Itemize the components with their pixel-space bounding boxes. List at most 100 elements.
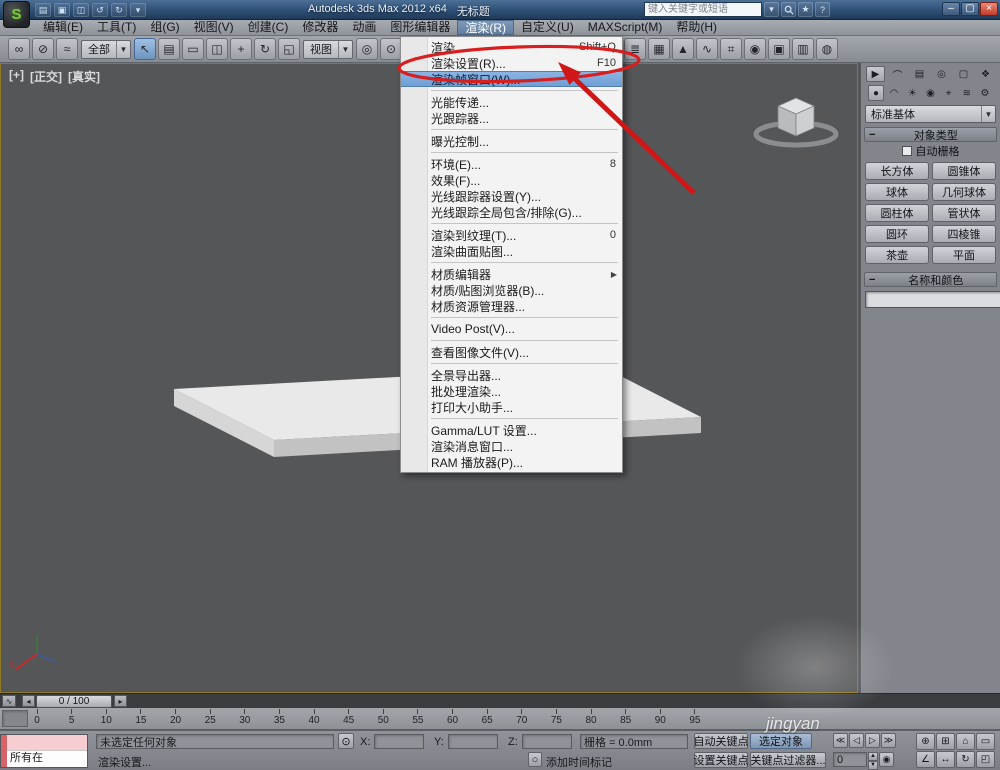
next-key-icon[interactable]: ▸ xyxy=(114,695,127,707)
previous-key-icon[interactable]: ◂ xyxy=(22,695,35,707)
render-setup-icon[interactable]: ▣ xyxy=(768,38,790,60)
zoom-extents-icon[interactable]: ⌂ xyxy=(956,733,975,750)
category-space-warps[interactable]: ≋ xyxy=(959,85,975,101)
frame-spinner[interactable]: ▲▼ xyxy=(868,752,878,767)
menu-item-rendered-frame-window[interactable]: 渲染帧窗口(W)... ▶ xyxy=(401,71,622,87)
menu-item-material-editor[interactable]: 材质编辑器 ▶ xyxy=(401,266,622,282)
object-button-pyramid[interactable]: 四棱锥 xyxy=(932,225,996,243)
tab-create[interactable]: ▶ xyxy=(866,66,885,82)
object-button-geosphere[interactable]: 几何球体 xyxy=(932,183,996,201)
graphite-modeling-icon[interactable]: ▲ xyxy=(672,38,694,60)
select-and-move-icon[interactable]: + xyxy=(230,38,252,60)
menu-item-environment[interactable]: 环境(E)... 8 ▶ xyxy=(401,156,622,172)
zoom-all-icon[interactable]: ⊞ xyxy=(936,733,955,750)
add-time-tag[interactable]: 添加时间标记 xyxy=(546,754,612,770)
unlink-selection-icon[interactable]: ⊘ xyxy=(32,38,54,60)
time-slider[interactable]: 0 / 100 xyxy=(36,695,112,708)
object-button-cone[interactable]: 圆锥体 xyxy=(932,162,996,180)
zoom-region-icon[interactable]: ▭ xyxy=(976,733,995,750)
tab-display[interactable]: ▢ xyxy=(954,66,973,82)
orbit-icon[interactable]: ↻ xyxy=(956,751,975,768)
object-button-teapot[interactable]: 茶壶 xyxy=(865,246,929,264)
menu-item-render-to-texture[interactable]: 渲染到纹理(T)... 0 ▶ xyxy=(401,227,622,243)
mini-curve-editor-icon[interactable]: ∿ xyxy=(2,695,16,707)
set-key-button[interactable]: 设置关键点 xyxy=(694,752,748,768)
maximize-button[interactable]: ▢ xyxy=(961,2,979,16)
menu-item-raytracer-settings[interactable]: 光线跟踪器设置(Y)... ▶ xyxy=(401,188,622,204)
menu-item-ram-player[interactable]: RAM 播放器(P)... ▶ xyxy=(401,454,622,470)
menu-item-batch-render[interactable]: 批处理渲染... ▶ xyxy=(401,383,622,399)
project-folder-icon[interactable]: ▾ xyxy=(130,3,146,17)
minimize-button[interactable]: – xyxy=(942,2,960,16)
menu-item-material-map-browser[interactable]: 材质/贴图浏览器(B)... ▶ xyxy=(401,282,622,298)
window-crossing-icon[interactable]: ◫ xyxy=(206,38,228,60)
render-production-icon[interactable]: ◍ xyxy=(816,38,838,60)
use-pivot-point-center-icon[interactable]: ◎ xyxy=(356,38,378,60)
selection-lock-icon[interactable]: ⊙ xyxy=(338,733,354,749)
menu-maxscript[interactable]: MAXScript(M) xyxy=(581,20,670,35)
menu-edit[interactable]: 编辑(E) xyxy=(36,20,90,35)
autogrid-checkbox[interactable] xyxy=(902,146,912,156)
bind-to-space-warp-icon[interactable]: ≈ xyxy=(56,38,78,60)
layer-manager-icon[interactable]: ▦ xyxy=(648,38,670,60)
close-button[interactable]: × xyxy=(980,2,998,16)
selected-objects-dropdown[interactable]: 选定对象 xyxy=(750,733,812,749)
material-editor-icon[interactable]: ◉ xyxy=(744,38,766,60)
viewcube[interactable] xyxy=(751,84,841,156)
object-name-input[interactable] xyxy=(865,291,1000,308)
timeline-ruler[interactable]: 05101520253035404550556065707580859095 xyxy=(0,708,1000,730)
tab-utilities[interactable]: ❖ xyxy=(976,66,995,82)
current-frame-field[interactable]: 0 xyxy=(833,752,867,767)
menu-item-render[interactable]: 渲染 Shift+Q ▶ xyxy=(401,39,622,55)
3ds-max-logo[interactable]: S xyxy=(3,1,30,28)
spinner-down-icon[interactable]: ▼ xyxy=(868,761,878,770)
select-object-icon[interactable]: ↖ xyxy=(134,38,156,60)
menu-item-view-image-file[interactable]: 查看图像文件(V)... ▶ xyxy=(401,344,622,360)
undo-icon[interactable]: ↺ xyxy=(92,3,108,17)
menu-tools[interactable]: 工具(T) xyxy=(90,20,143,35)
y-coord-field[interactable] xyxy=(448,734,498,749)
menu-item-render-surface-map[interactable]: 渲染曲面贴图... ▶ xyxy=(401,243,622,259)
menu-item-effects[interactable]: 效果(F)... ▶ xyxy=(401,172,622,188)
spinner-up-icon[interactable]: ▲ xyxy=(868,752,878,761)
new-scene-icon[interactable]: ▤ xyxy=(35,3,51,17)
object-button-cylinder[interactable]: 圆柱体 xyxy=(865,204,929,222)
zoom-icon[interactable]: ⊕ xyxy=(916,733,935,750)
menu-item-raytrace-global-include-exclude[interactable]: 光线跟踪全局包含/排除(G)... ▶ xyxy=(401,204,622,220)
previous-frame-icon[interactable]: ◁ xyxy=(849,733,864,748)
listener-line[interactable]: 所有在 xyxy=(7,751,87,767)
menu-item-light-tracer[interactable]: 光跟踪器... ▶ xyxy=(401,110,622,126)
viewport-pov-menu[interactable]: [正交] xyxy=(30,68,62,85)
menu-item-radiosity[interactable]: 光能传递... ▶ xyxy=(401,94,622,110)
menu-modifiers[interactable]: 修改器 xyxy=(295,20,345,35)
open-file-icon[interactable]: ▣ xyxy=(54,3,70,17)
menu-item-video-post[interactable]: Video Post(V)... ▶ xyxy=(401,321,622,337)
menu-item-render-setup[interactable]: 渲染设置(R)... F10 ▶ xyxy=(401,55,622,71)
object-button-plane[interactable]: 平面 xyxy=(932,246,996,264)
time-tag-icon[interactable]: ○ xyxy=(528,752,542,767)
infocenter-search-input[interactable] xyxy=(644,2,762,17)
menu-create[interactable]: 创建(C) xyxy=(241,20,296,35)
key-filters-button[interactable]: 关键点过滤器... xyxy=(750,752,826,768)
search-icon[interactable] xyxy=(781,2,796,17)
field-of-view-icon[interactable]: ∠ xyxy=(916,751,935,768)
maximize-viewport-toggle-icon[interactable]: ◰ xyxy=(976,751,995,768)
select-and-link-icon[interactable]: ∞ xyxy=(8,38,30,60)
rendered-frame-window-icon[interactable]: ▥ xyxy=(792,38,814,60)
menu-item-print-size-assistant[interactable]: 打印大小助手... ▶ xyxy=(401,399,622,415)
x-coord-field[interactable] xyxy=(374,734,424,749)
align-icon[interactable]: ≣ xyxy=(624,38,646,60)
menu-rendering[interactable]: 渲染(R) xyxy=(457,20,514,35)
maxscript-mini-listener[interactable]: 所有在 xyxy=(0,734,88,768)
object-button-sphere[interactable]: 球体 xyxy=(865,183,929,201)
z-coord-field[interactable] xyxy=(522,734,572,749)
menu-views[interactable]: 视图(V) xyxy=(187,20,241,35)
menu-graph-editors[interactable]: 图形编辑器 xyxy=(383,20,457,35)
select-by-name-icon[interactable]: ▤ xyxy=(158,38,180,60)
menu-item-panorama-exporter[interactable]: 全景导出器... ▶ xyxy=(401,367,622,383)
object-class-dropdown[interactable]: 标准基体 ▼ xyxy=(865,105,996,123)
favorites-star-icon[interactable]: ★ xyxy=(798,2,813,17)
go-to-end-icon[interactable]: ≫ xyxy=(881,733,896,748)
pan-icon[interactable]: ↔ xyxy=(936,751,955,768)
save-file-icon[interactable]: ◫ xyxy=(73,3,89,17)
